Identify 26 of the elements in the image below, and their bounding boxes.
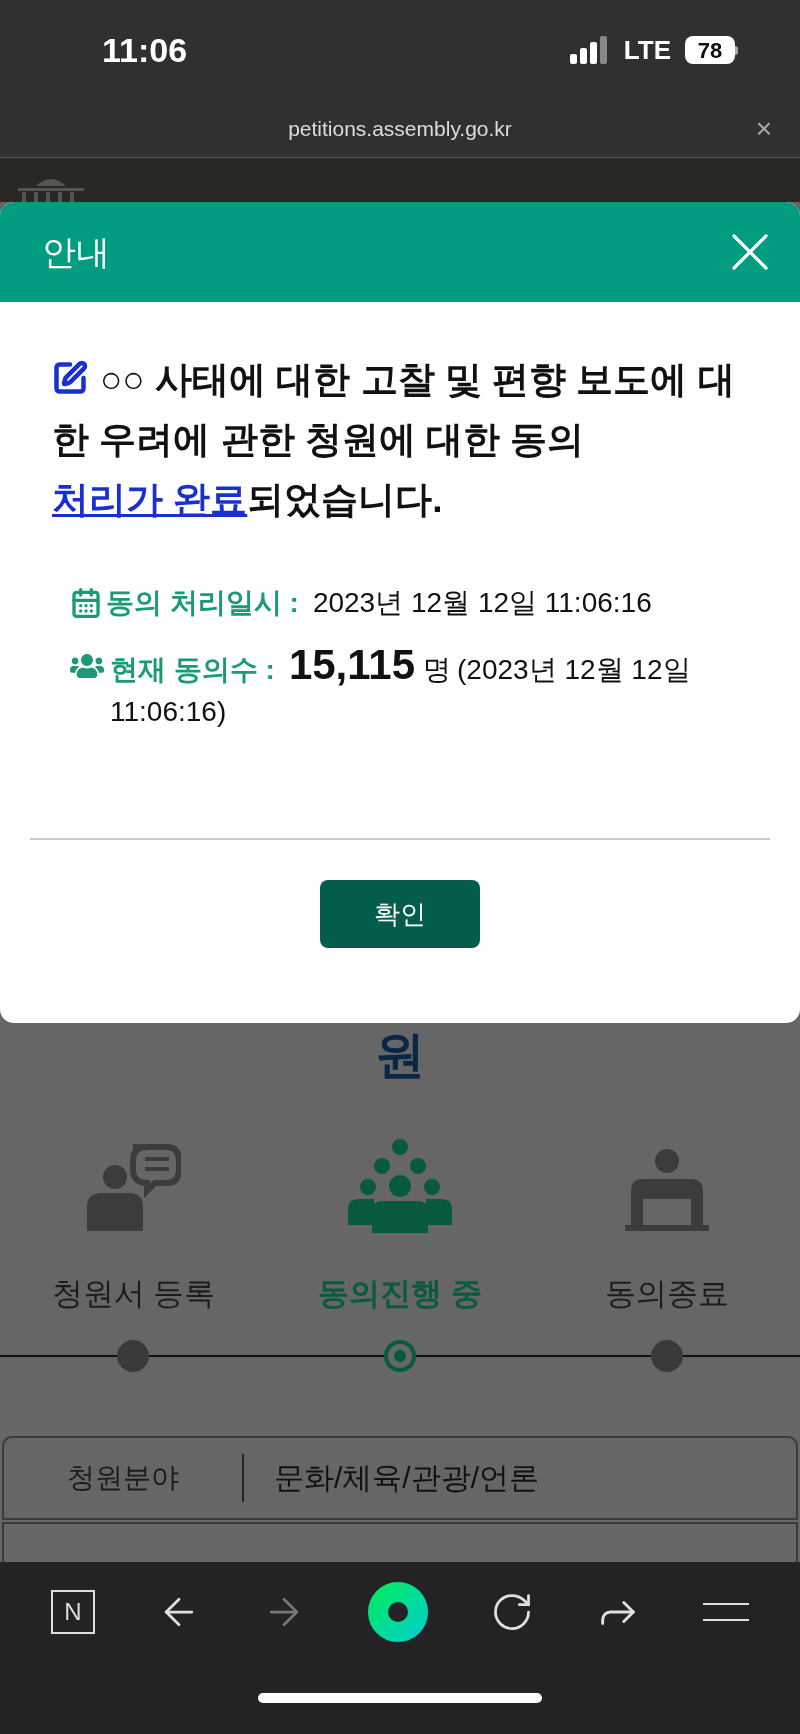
step-label: 동의진행 중 — [318, 1275, 482, 1313]
speaker-icon — [85, 1143, 182, 1233]
podium-icon — [624, 1149, 709, 1233]
signal-icon — [569, 36, 610, 64]
ring-icon[interactable] — [367, 1582, 428, 1642]
step-label: 청원서 등록 — [51, 1275, 216, 1313]
step-label: 동의종료 — [604, 1275, 729, 1313]
battery-icon: 78 — [685, 36, 738, 64]
completion-message: ○○ 사태에 대한 고찰 및 편향 보도에 대한 우려에 관한 청원에 대한 동의 처리가 완료되었습니다. — [52, 358, 736, 522]
row-label: 청원분야 — [66, 1460, 180, 1495]
agree-count-text: 현재 동의수 : 15,115 명 (2023년 12월 12일 11:06:16) — [110, 644, 692, 729]
network-label: LTE — [623, 33, 671, 67]
processed-time-text: 동의 처리일시 : 2023년 12월 12일 11:06:16 — [106, 586, 652, 620]
menu-icon[interactable] — [703, 1602, 750, 1622]
crowd-icon — [348, 1139, 452, 1233]
dialog-title: 안내 — [42, 231, 110, 273]
row-value: 문화/체육/관광/언론 — [273, 1460, 539, 1496]
status-time: 11:06 — [102, 29, 188, 71]
status-link[interactable]: 처리가 완료 — [52, 479, 248, 520]
confirm-button[interactable]: 확인 — [320, 880, 480, 948]
page-heading: 원 — [374, 1026, 426, 1085]
url-text[interactable]: petitions.assembly.go.kr — [288, 112, 512, 145]
calendar-icon — [70, 587, 102, 619]
edit-icon — [52, 360, 88, 396]
home-button[interactable]: N — [50, 1590, 95, 1634]
close-tab-button[interactable]: × — [755, 107, 772, 150]
